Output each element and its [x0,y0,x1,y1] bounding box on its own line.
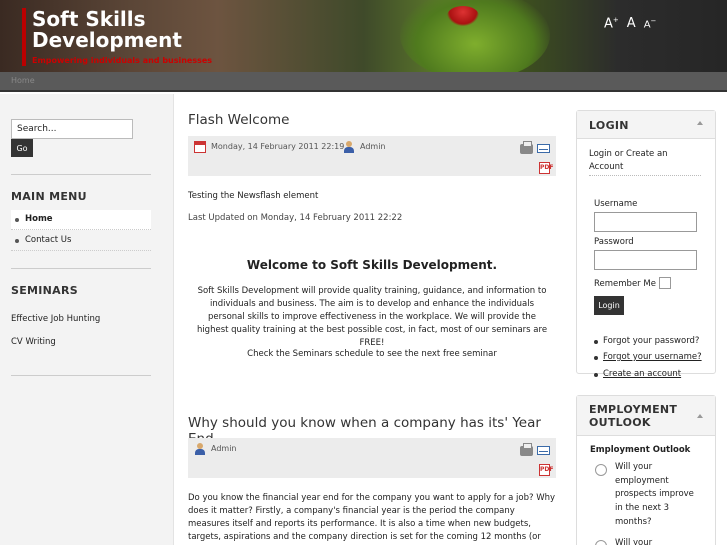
site-title[interactable]: Soft Skills Development [32,9,182,51]
poll-title-line2: OUTLOOK [589,416,651,429]
print-icon[interactable] [520,443,533,456]
pdf-icon[interactable]: PDF [539,464,553,476]
divider [11,375,151,376]
welcome-paragraph: Soft Skills Development will provide qua… [196,286,548,348]
font-decrease-label: A [643,19,651,31]
article-author: Admin [211,444,237,453]
password-label: Password [594,237,634,247]
menu-item-contact-us[interactable]: Contact Us [11,231,151,251]
font-increase-button[interactable]: A+ [604,16,619,31]
article-title[interactable]: Flash Welcome [188,112,289,128]
article-meta: Admin PDF [188,438,556,478]
breadcrumb-home[interactable]: Home [11,76,35,85]
collapse-icon[interactable] [697,121,703,125]
font-decrease-button[interactable]: A− [644,17,657,30]
seminar-link-cv-writing[interactable]: CV Writing [11,337,56,347]
divider [11,268,151,269]
collapse-icon[interactable] [697,414,703,418]
login-module-header[interactable]: LOGIN [577,111,715,139]
print-icon[interactable] [520,141,533,154]
remember-me-checkbox[interactable] [659,277,671,289]
poll-option-line: Will your [615,538,653,545]
login-intro: Login or Create an Account [589,148,701,176]
password-field[interactable] [594,250,697,270]
bullet-icon [15,218,19,222]
article-body: Do you know the financial year end for t… [188,493,556,542]
site-header: Soft Skills Development Empowering indiv… [0,0,727,72]
forgot-username-label: Forgot your username? [603,352,702,362]
header-banner-art-eye [447,6,479,26]
search-input[interactable] [11,119,133,139]
poll-option-line: employment [615,475,669,486]
logo-accent-bar [22,8,26,66]
pdf-icon[interactable]: PDF [539,162,553,174]
article-date: Monday, 14 February 2011 22:19 [211,142,345,151]
email-icon[interactable] [537,144,550,153]
poll-option-line: prospects improve [615,489,694,500]
main-content: Flash Welcome Monday, 14 February 2011 2… [175,94,567,545]
username-label: Username [594,199,638,209]
poll-option-line: in the next 3 [615,503,670,514]
left-sidebar: Go MAIN MENU Home Contact Us SEMINARS Ef… [0,94,174,545]
site-title-line2: Development [32,28,182,52]
user-icon [194,443,206,455]
poll-option-line: months? [615,516,652,527]
user-icon [343,141,355,153]
email-icon[interactable] [537,446,550,455]
create-account-link[interactable]: Create an account [594,369,682,379]
poll-option-radio[interactable] [595,464,607,476]
font-reset-button[interactable]: A [627,16,636,31]
poll-title: EMPLOYMENT OUTLOOK [589,403,677,429]
seminar-link-effective-job-hunting[interactable]: Effective Job Hunting [11,314,100,324]
calendar-icon [194,141,206,153]
font-size-tools: A+ A A− [604,16,656,31]
poll-option-radio[interactable] [595,540,607,545]
menu-item-home[interactable]: Home [11,210,151,230]
login-button[interactable]: Login [594,296,624,315]
poll-title-line1: EMPLOYMENT [589,403,678,416]
create-account-label: Create an account [603,369,682,379]
remember-me-label: Remember Me [594,279,656,289]
bullet-icon [15,239,19,243]
article-meta: Monday, 14 February 2011 22:19 Admin PDF [188,136,556,176]
login-title: LOGIN [589,119,629,132]
seminars-title: SEMINARS [11,284,78,297]
login-module: LOGIN Login or Create an Account Usernam… [576,110,716,379]
breadcrumb: Home [0,72,727,92]
poll-module-header[interactable]: EMPLOYMENT OUTLOOK [577,396,715,436]
forgot-password-label: Forgot your password? [603,336,700,346]
poll-option-1[interactable]: Will your employment prospects improve i… [615,461,694,530]
main-menu-title: MAIN MENU [11,190,87,203]
article-author: Admin [360,142,386,151]
search-go-button[interactable]: Go [11,139,33,157]
font-increase-label: A [604,16,613,32]
username-field[interactable] [594,212,697,232]
article-intro: Testing the Newsflash element [188,191,319,201]
seminar-schedule-note: Check the Seminars schedule to see the n… [247,349,497,359]
welcome-heading: Welcome to Soft Skills Development. [246,258,498,272]
poll-subtitle: Employment Outlook [590,445,691,455]
menu-item-label: Home [25,214,53,224]
poll-option-line: Will your [615,462,653,472]
site-title-line1: Soft Skills [32,7,146,31]
article-updated: Last Updated on Monday, 14 February 2011… [188,213,403,223]
forgot-password-link[interactable]: Forgot your password? [594,336,700,346]
poll-option-2[interactable]: Will your [615,537,652,545]
site-tagline: Empowering individuals and businesses [32,56,213,65]
divider [11,174,151,175]
menu-item-label: Contact Us [25,235,72,245]
forgot-username-link[interactable]: Forgot your username? [594,352,702,362]
